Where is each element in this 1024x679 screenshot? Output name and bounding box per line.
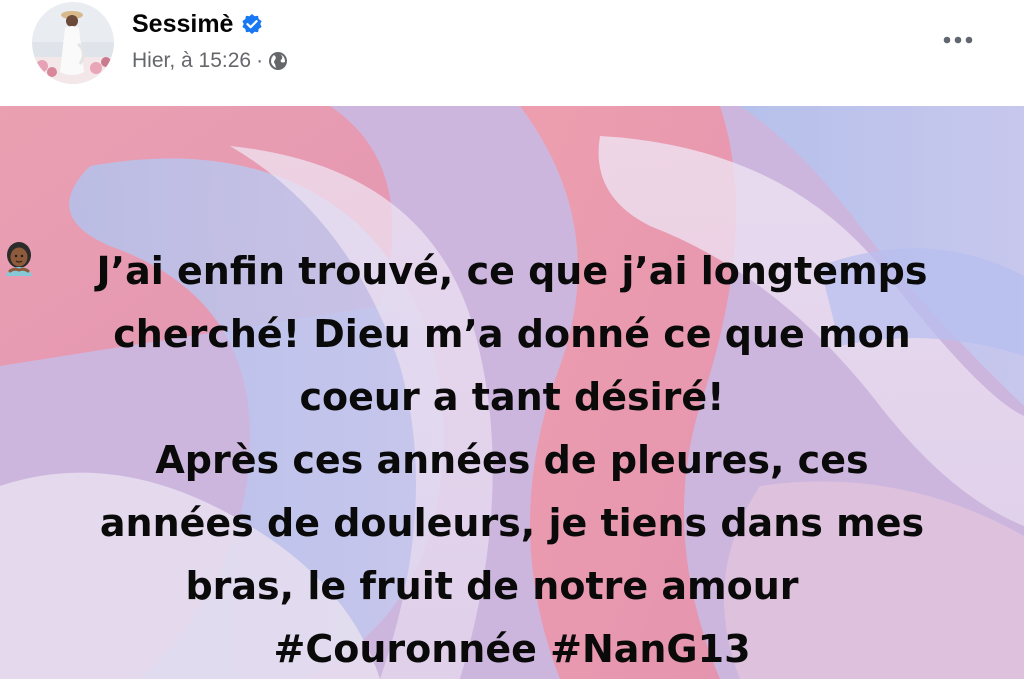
post-line: Après ces années de pleures, ces	[155, 438, 869, 482]
post-message: J’ai enfin trouvé, ce que j’ai longtemps…	[0, 240, 1024, 679]
more-options-icon	[943, 36, 973, 44]
avatar-image	[32, 2, 114, 84]
woman-emoji-icon	[6, 242, 839, 605]
globe-icon[interactable]	[268, 51, 288, 71]
author-row: Sessimè	[132, 6, 263, 42]
facebook-post: Sessimè Hier, à 15:26 · J’ai enfin trouv…	[0, 0, 1024, 679]
more-options-button[interactable]	[932, 22, 984, 58]
post-line: bras, le fruit de notre amour	[185, 564, 799, 608]
post-background-card[interactable]: J’ai enfin trouvé, ce que j’ai longtemps…	[0, 106, 1024, 679]
post-line: coeur a tant désiré!	[299, 375, 725, 419]
author-avatar[interactable]	[32, 2, 114, 84]
verified-badge-icon	[241, 13, 263, 35]
meta-separator: ·	[256, 49, 264, 72]
post-meta: Hier, à 15:26 ·	[132, 46, 288, 76]
post-timestamp[interactable]: Hier, à 15:26	[132, 49, 251, 73]
post-line: J’ai enfin trouvé, ce que j’ai longtemps	[96, 249, 928, 293]
author-name[interactable]: Sessimè	[132, 10, 233, 39]
post-line: #Couronnée #NanG13	[273, 627, 751, 671]
post-line: années de douleurs, je tiens dans mes	[99, 501, 925, 545]
post-line: cherché! Dieu m’a donné ce que mon	[113, 312, 911, 356]
post-header: Sessimè Hier, à 15:26 ·	[0, 0, 1024, 106]
post-line-with-emoji: bras, le fruit de notre amour	[0, 242, 1024, 618]
